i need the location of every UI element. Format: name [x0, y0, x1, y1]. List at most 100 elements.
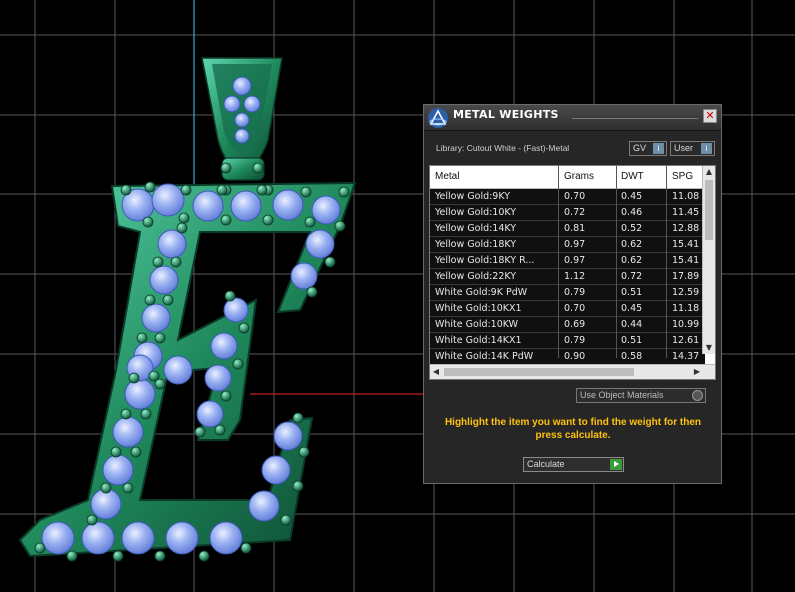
prong [214, 424, 226, 436]
column-header-dwt[interactable]: DWT [621, 171, 644, 182]
prong [252, 162, 264, 174]
table-header: Metal Grams DWT SPG [430, 166, 705, 189]
table-row[interactable]: Yellow Gold:9KY 0.70 0.45 11.08 [430, 189, 705, 205]
gemstone [290, 262, 318, 290]
scroll-thumb[interactable] [705, 180, 713, 240]
column-header-grams[interactable]: Grams [564, 171, 594, 182]
vertical-scrollbar[interactable]: ▲ ▼ [702, 166, 715, 354]
scroll-down-icon[interactable]: ▼ [703, 342, 715, 354]
cell-grams: 0.70 [564, 303, 586, 314]
horizontal-scrollbar[interactable]: ◀ ▶ [430, 364, 715, 379]
scroll-thumb[interactable] [444, 368, 634, 376]
prong [170, 256, 182, 268]
gemstone [196, 400, 224, 428]
table-row[interactable]: White Gold:14K PdW 0.90 0.58 14.37 [430, 349, 705, 365]
cell-grams: 1.12 [564, 271, 586, 282]
cell-metal: Yellow Gold:18KY R... [435, 255, 535, 266]
metal-weights-panel[interactable]: METAL WEIGHTS ✕ Library: Cutout White - … [423, 104, 722, 484]
cell-grams: 0.81 [564, 223, 586, 234]
table-row[interactable]: Yellow Gold:10KY 0.72 0.46 11.45 [430, 205, 705, 221]
cell-dwt: 0.52 [621, 223, 643, 234]
prong [180, 184, 192, 196]
prong [334, 220, 346, 232]
cell-dwt: 0.72 [621, 271, 643, 282]
table-row[interactable]: Yellow Gold:14KY 0.81 0.52 12.88 [430, 221, 705, 237]
scroll-right-icon[interactable]: ▶ [691, 365, 703, 379]
gemstone [209, 521, 243, 555]
table-row[interactable]: White Gold:9K PdW 0.79 0.51 12.59 [430, 285, 705, 301]
gemstone [102, 454, 134, 486]
prong [198, 550, 210, 562]
prong [122, 482, 134, 494]
gemstone [305, 229, 335, 259]
cell-dwt: 0.62 [621, 239, 643, 250]
table-row[interactable]: White Gold:10KX1 0.70 0.45 11.18 [430, 301, 705, 317]
cell-dwt: 0.44 [621, 319, 643, 330]
use-object-materials-label: Use Object Materials [580, 390, 664, 400]
prong [306, 286, 318, 298]
column-header-metal[interactable]: Metal [435, 171, 459, 182]
prong [176, 222, 188, 234]
prong [194, 426, 206, 438]
table-row[interactable]: Yellow Gold:22KY 1.12 0.72 17.89 [430, 269, 705, 285]
cell-metal: Yellow Gold:10KY [435, 207, 517, 218]
prong [216, 184, 228, 196]
gemstone [165, 521, 199, 555]
cell-grams: 0.70 [564, 191, 586, 202]
cell-metal: White Gold:9K PdW [435, 287, 528, 298]
panel-titlebar[interactable]: METAL WEIGHTS ✕ [424, 105, 721, 131]
user-toggle[interactable]: User i [670, 141, 715, 156]
cell-dwt: 0.46 [621, 207, 643, 218]
prong [142, 216, 154, 228]
cell-grams: 0.97 [564, 239, 586, 250]
prong [86, 514, 98, 526]
prong [100, 482, 112, 494]
prong [224, 290, 236, 302]
close-button[interactable]: ✕ [703, 109, 717, 123]
prong [324, 256, 336, 268]
prong [300, 186, 312, 198]
column-divider [616, 166, 617, 358]
gemstone [157, 229, 187, 259]
column-header-spg[interactable]: SPG [672, 171, 693, 182]
prong [240, 542, 252, 554]
table-row[interactable]: Yellow Gold:18KY 0.97 0.62 15.41 [430, 237, 705, 253]
prong [136, 332, 148, 344]
calculate-button[interactable]: Calculate [523, 457, 624, 472]
prong [220, 162, 232, 174]
scroll-left-icon[interactable]: ◀ [430, 365, 442, 379]
library-label: Library: Cutout White - (Fast)-Metal [436, 143, 570, 153]
gemstone [210, 332, 238, 360]
cell-metal: Yellow Gold:9KY [435, 191, 511, 202]
cell-dwt: 0.45 [621, 191, 643, 202]
metal-weights-table[interactable]: Metal Grams DWT SPG Yellow Gold:9KY 0.70 0… [429, 165, 716, 380]
gemstone [124, 378, 156, 410]
gemstone [223, 95, 241, 113]
prong [262, 214, 274, 226]
table-row[interactable]: White Gold:14KX1 0.79 0.51 12.61 [430, 333, 705, 349]
column-divider [558, 166, 559, 358]
prong [178, 212, 190, 224]
gemstone [234, 112, 250, 128]
cell-metal: White Gold:14K PdW [435, 351, 534, 362]
prong [220, 214, 232, 226]
gemstone [234, 128, 250, 144]
table-row[interactable]: Yellow Gold:18KY R... 0.97 0.62 15.41 [430, 253, 705, 269]
gemstone [81, 521, 115, 555]
table-row[interactable]: White Gold:10KW 0.69 0.44 10.99 [430, 317, 705, 333]
cell-metal: White Gold:10KW [435, 319, 519, 330]
use-object-materials-toggle[interactable]: Use Object Materials [576, 388, 706, 403]
prong [120, 408, 132, 420]
gemstone [151, 183, 185, 217]
gemstone [248, 490, 280, 522]
column-divider [666, 166, 667, 358]
gv-toggle[interactable]: GV i [629, 141, 667, 156]
gemstone [112, 416, 144, 448]
play-arrow-icon [610, 459, 622, 470]
prong [154, 550, 166, 562]
prong [144, 294, 156, 306]
cell-metal: Yellow Gold:14KY [435, 223, 517, 234]
prong [162, 294, 174, 306]
scroll-up-icon[interactable]: ▲ [703, 166, 715, 178]
cell-grams: 0.69 [564, 319, 586, 330]
